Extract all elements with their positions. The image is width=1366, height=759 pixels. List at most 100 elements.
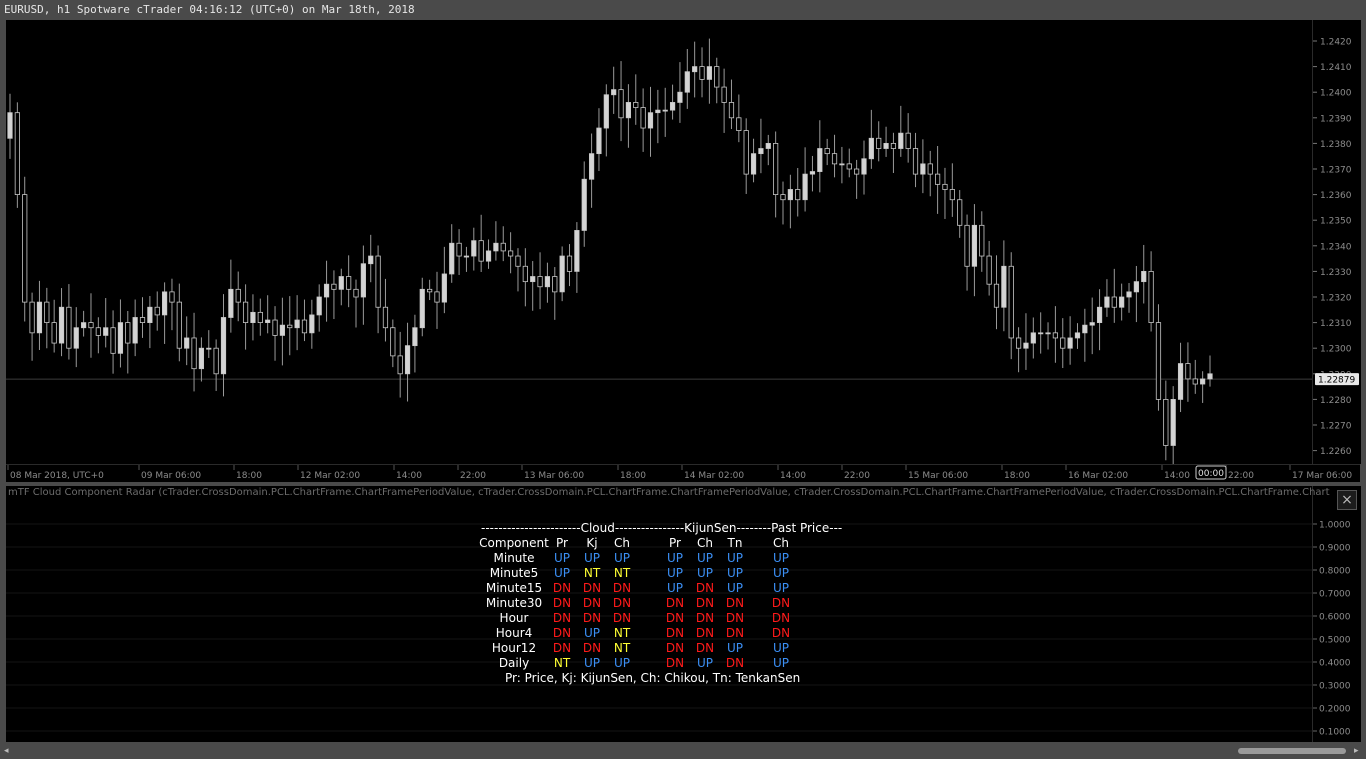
candle [1052, 306, 1058, 363]
candle-body-down [88, 322, 94, 329]
candle [44, 287, 50, 349]
indicator-tick-label: 0.1000 [1319, 728, 1351, 738]
candle [964, 214, 970, 291]
candle [22, 176, 28, 322]
candle-body-up [588, 153, 595, 180]
time-tick-label: 18:00 [620, 471, 646, 481]
indicator-tick-label: 1.0000 [1319, 521, 1351, 531]
candle [574, 222, 580, 293]
candle-body-down [110, 327, 116, 354]
candle [110, 310, 116, 374]
candle [375, 245, 381, 334]
candle [588, 133, 595, 208]
radar-cell: UP [773, 656, 789, 670]
radar-cell: DN [666, 641, 684, 655]
indicator-axis[interactable]: 1.0000 0.9000 0.8000 0.7000 0.6000 0.5000 0.40… [1312, 486, 1361, 759]
candle-body-down [51, 322, 57, 344]
candle-body-down [242, 301, 249, 323]
candle [316, 284, 322, 332]
candle [449, 224, 455, 283]
candlestick-chart[interactable] [6, 20, 1312, 466]
radar-cell: UP [697, 551, 713, 565]
price-tick-label: 1.2350 [1320, 217, 1352, 227]
candle [1030, 317, 1036, 359]
candle [147, 296, 153, 349]
candle-body-up [692, 66, 698, 73]
radar-cell: DN [666, 611, 684, 625]
candle [58, 288, 65, 357]
price-tick-label: 1.2380 [1320, 140, 1352, 150]
candle-body-up [412, 327, 418, 347]
candle-body-up [463, 255, 470, 258]
time-axis[interactable]: 08 Mar 2018, UTC+0 09 Mar 06:00 18:00 12 Ma… [6, 464, 1360, 483]
candle [404, 322, 411, 402]
candle [1023, 313, 1029, 370]
candle [515, 248, 521, 292]
radar-cell: UP [614, 551, 630, 565]
candle-body-down [905, 132, 911, 149]
price-tick-label: 1.2410 [1320, 63, 1352, 73]
candle [802, 147, 808, 212]
radar-cell: UP [773, 581, 789, 595]
candle-body-down [1148, 270, 1154, 323]
candle-body-up [323, 283, 330, 298]
candle [14, 102, 20, 208]
price-axis[interactable]: 1.2420 1.2410 1.2400 1.2390 1.2380 1.2370 1.23… [1312, 20, 1361, 464]
radar-cell: UP [554, 551, 570, 565]
price-chart-pane[interactable] [6, 20, 1312, 466]
radar-column-header: Kj [586, 536, 597, 550]
candle-body-up [81, 322, 87, 329]
scrollbar-thumb[interactable] [1238, 748, 1346, 754]
candle-body-up [684, 71, 690, 93]
candle-body-up [971, 224, 978, 267]
candle [7, 93, 13, 159]
scroll-left-icon[interactable]: ◂ [4, 746, 9, 756]
radar-cell: DN [726, 626, 744, 640]
candle-body-down [1060, 337, 1066, 349]
radar-cell: UP [773, 641, 789, 655]
candle-body-down [876, 137, 882, 149]
radar-legend: Pr: Price, Kj: KijunSen, Ch: Chikou, Tn:… [505, 671, 800, 685]
candle [323, 260, 330, 322]
candle-body-down [1052, 332, 1058, 339]
radar-cell: DN [583, 596, 601, 610]
candle-body-down [434, 291, 440, 303]
candle-body-up [802, 173, 808, 201]
candle [640, 88, 646, 152]
candle-body-up [1133, 281, 1139, 293]
candle-body-up [117, 322, 124, 354]
price-tick-label: 1.2370 [1320, 166, 1352, 176]
candle-body-up [603, 94, 609, 129]
candle [530, 261, 536, 311]
candle-body-up [360, 263, 366, 298]
candle [220, 294, 227, 397]
radar-cell: DN [553, 581, 571, 595]
candle-body-down [397, 355, 403, 375]
radar-cell: UP [697, 566, 713, 580]
candle-body-up [162, 291, 168, 316]
candle [1104, 279, 1110, 317]
radar-row-label: Hour [500, 611, 529, 625]
close-indicator-button[interactable]: × [1337, 490, 1357, 510]
scroll-right-icon[interactable]: ▸ [1354, 746, 1359, 756]
candle [301, 299, 308, 342]
cursor-time-label: 00:00 [1198, 469, 1224, 479]
candle-body-down [29, 301, 35, 334]
radar-cell: UP [773, 551, 789, 565]
time-tick-label: 12 Mar 02:00 [300, 471, 360, 481]
candle-body-down [346, 276, 352, 290]
horizontal-scrollbar[interactable]: ◂ ▸ [0, 744, 1366, 759]
candle [95, 317, 101, 354]
indicator-pane[interactable]: -----------------------Cloud------------… [6, 486, 1312, 755]
candle-body-down [728, 102, 735, 119]
price-tick-label: 1.2300 [1320, 345, 1352, 355]
candle [986, 240, 992, 296]
candle [1060, 318, 1066, 369]
candle-body-up [198, 347, 205, 370]
candle [787, 174, 793, 229]
radar-cell: DN [553, 626, 571, 640]
candle-body-down [95, 327, 101, 336]
candle [971, 204, 978, 297]
candle-body-up [493, 242, 499, 252]
candle-body-down [66, 306, 72, 349]
